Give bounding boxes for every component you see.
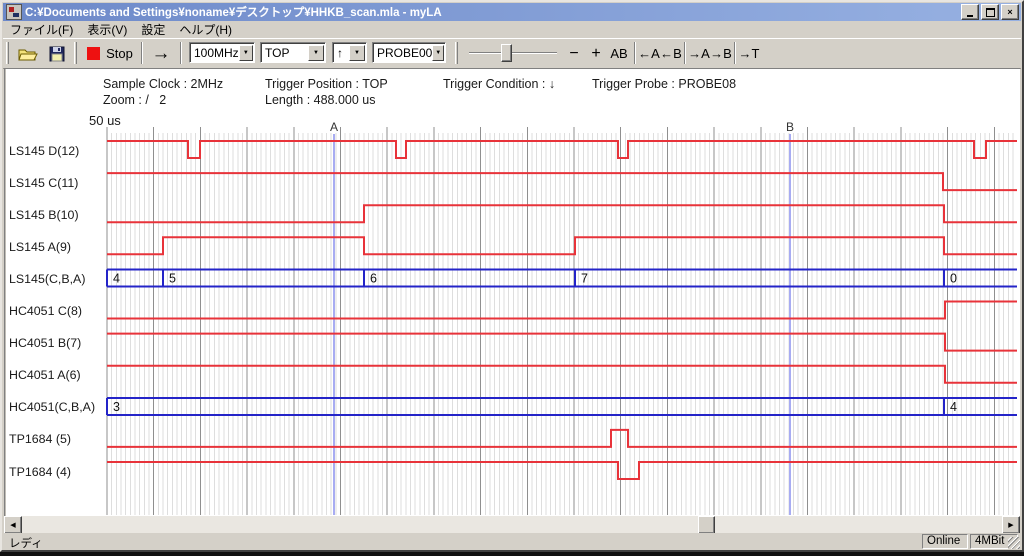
sample-clock-select[interactable]: 100MHz ▼ [189, 42, 255, 63]
toolbar-separator [141, 42, 143, 64]
info-trigger-condition: Trigger Condition : ↓ [443, 77, 555, 91]
left-arrow-b-icon: ←B [660, 46, 682, 61]
timescale-label: 50 us [89, 113, 121, 128]
dropdown-arrow-icon[interactable]: ▼ [239, 45, 253, 61]
trigger-position-select[interactable]: TOP ▼ [260, 42, 326, 63]
zoom-out-button[interactable]: − [564, 42, 584, 65]
channel-label: HC4051(C,B,A) [9, 400, 106, 417]
goto-marker-b-left-button[interactable]: ←B [660, 42, 682, 65]
goto-marker-b-right-button[interactable]: →B [710, 42, 732, 65]
zoom-slider-track[interactable] [469, 52, 557, 54]
status-ready-text: レディ [9, 535, 43, 551]
trigger-probe-value: PROBE00 [373, 43, 432, 62]
titlebar: C:¥Documents and Settings¥noname¥デスクトップ¥… [3, 3, 1021, 21]
info-sample-clock: Sample Clock : 2MHz [103, 77, 223, 91]
menu-file[interactable]: ファイル(F) [3, 20, 80, 39]
channel-label: LS145 C(11) [9, 176, 106, 193]
plus-icon: + [591, 45, 600, 63]
minimize-icon [967, 15, 973, 17]
info-trigger-probe: Trigger Probe : PROBE08 [592, 77, 736, 91]
scrollbar-thumb[interactable] [698, 516, 715, 534]
right-triangle-icon: ▶ [1008, 521, 1013, 529]
toolbar-separator [684, 42, 686, 64]
statusbar: レディ Online 4MBit [3, 533, 1021, 550]
save-floppy-icon [49, 46, 65, 62]
stop-icon [87, 47, 100, 60]
dropdown-arrow-icon[interactable]: ▼ [308, 45, 324, 61]
channel-label: TP1684 (5) [9, 432, 106, 449]
screen: C:¥Documents and Settings¥noname¥デスクトップ¥… [0, 0, 1024, 556]
channel-label: HC4051 A(6) [9, 368, 106, 385]
info-zoom: Zoom : / 2 [103, 93, 166, 107]
dropdown-arrow-icon[interactable]: ▼ [349, 45, 365, 61]
trigger-edge-value: ↑ [333, 43, 349, 62]
toolbar-separator [634, 42, 636, 64]
ab-label: AB [610, 46, 627, 61]
run-button[interactable]: → [146, 42, 176, 65]
window-title: C:¥Documents and Settings¥noname¥デスクトップ¥… [25, 4, 961, 20]
info-trigger-position: Trigger Position : TOP [265, 77, 388, 91]
horizontal-scrollbar[interactable]: ◀ ▶ [4, 516, 1020, 533]
minimize-button[interactable] [961, 4, 979, 20]
toolbar: Stop → 100MHz ▼ TOP ▼ ↑ ▼ PROBE00 ▼ − + … [3, 38, 1021, 69]
waveform-client-area [4, 68, 1020, 516]
goto-trigger-button[interactable]: →T [738, 42, 760, 65]
toolbar-grip [455, 42, 458, 64]
left-triangle-icon: ◀ [10, 521, 15, 529]
resize-grip[interactable] [1008, 537, 1020, 549]
run-arrow-icon: → [152, 43, 171, 65]
toolbar-grip [6, 42, 9, 64]
trigger-edge-select[interactable]: ↑ ▼ [332, 42, 367, 63]
scroll-right-button[interactable]: ▶ [1002, 516, 1020, 534]
trigger-probe-select[interactable]: PROBE00 ▼ [372, 42, 446, 63]
channel-label: HC4051 B(7) [9, 336, 106, 353]
zoom-slider-thumb[interactable] [501, 44, 512, 62]
right-arrow-a-icon: →A [688, 46, 710, 61]
ab-range-button[interactable]: AB [607, 42, 631, 65]
zoom-in-button[interactable]: + [586, 42, 606, 65]
channel-label: LS145 B(10) [9, 208, 106, 225]
channel-label: HC4051 C(8) [9, 304, 106, 321]
channel-label: LS145(C,B,A) [9, 272, 106, 289]
channel-label: LS145 A(9) [9, 240, 106, 257]
save-button[interactable] [45, 42, 69, 65]
info-length: Length : 488.000 us [265, 93, 376, 107]
stop-label: Stop [106, 46, 133, 61]
close-icon: × [1007, 8, 1012, 17]
goto-marker-a-right-button[interactable]: →A [688, 42, 710, 65]
toolbar-separator [734, 42, 736, 64]
status-online-panel: Online [922, 534, 968, 549]
channel-label: TP1684 (4) [9, 465, 106, 482]
maximize-button[interactable] [981, 4, 999, 20]
dropdown-arrow-icon[interactable]: ▼ [432, 45, 444, 61]
scroll-left-button[interactable]: ◀ [4, 516, 22, 534]
menu-settings[interactable]: 設定 [134, 20, 172, 39]
open-button[interactable] [15, 42, 41, 65]
close-button[interactable]: × [1001, 4, 1019, 20]
toolbar-grip [74, 42, 77, 64]
channel-label: LS145 D(12) [9, 144, 106, 161]
minus-icon: − [569, 45, 578, 63]
menu-help[interactable]: ヘルプ(H) [172, 20, 239, 39]
left-arrow-a-icon: ←A [638, 46, 660, 61]
trigger-position-value: TOP [261, 43, 308, 62]
goto-marker-a-left-button[interactable]: ←A [638, 42, 660, 65]
right-arrow-t-icon: →T [739, 46, 760, 61]
menu-view[interactable]: 表示(V) [80, 20, 134, 39]
maximize-icon [986, 8, 995, 17]
app-icon [6, 4, 22, 20]
right-arrow-b-icon: →B [710, 46, 732, 61]
menubar: ファイル(F) 表示(V) 設定 ヘルプ(H) [3, 21, 1021, 38]
stop-button[interactable]: Stop [83, 42, 137, 65]
open-folder-icon [18, 46, 38, 62]
toolbar-separator [180, 42, 182, 64]
sample-clock-value: 100MHz [190, 43, 239, 62]
